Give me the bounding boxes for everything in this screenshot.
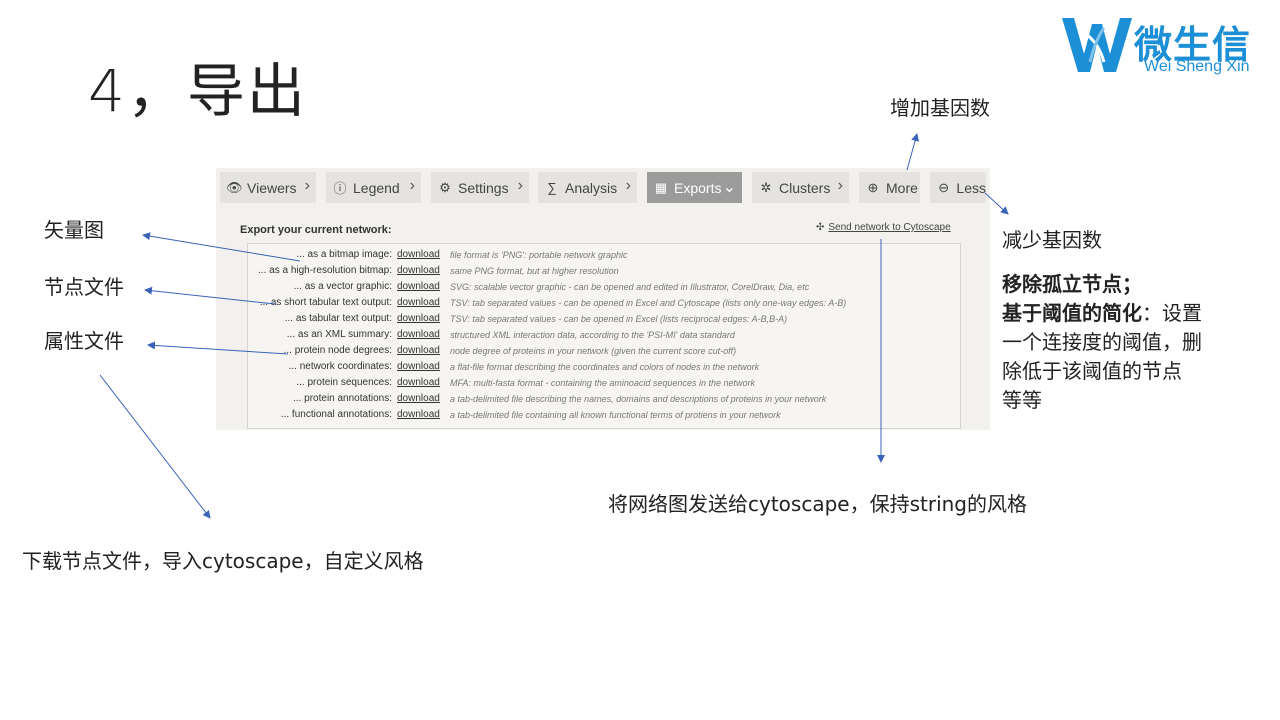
- arrow-less-genes: [984, 192, 1009, 215]
- arrow-vector: [142, 232, 301, 262]
- annotation-arrows: [99, 133, 1009, 519]
- arrow-download-note: [99, 374, 211, 519]
- arrow-attr-file: [147, 341, 289, 355]
- arrow-node-file: [144, 286, 276, 305]
- arrow-more-genes: [906, 133, 919, 171]
